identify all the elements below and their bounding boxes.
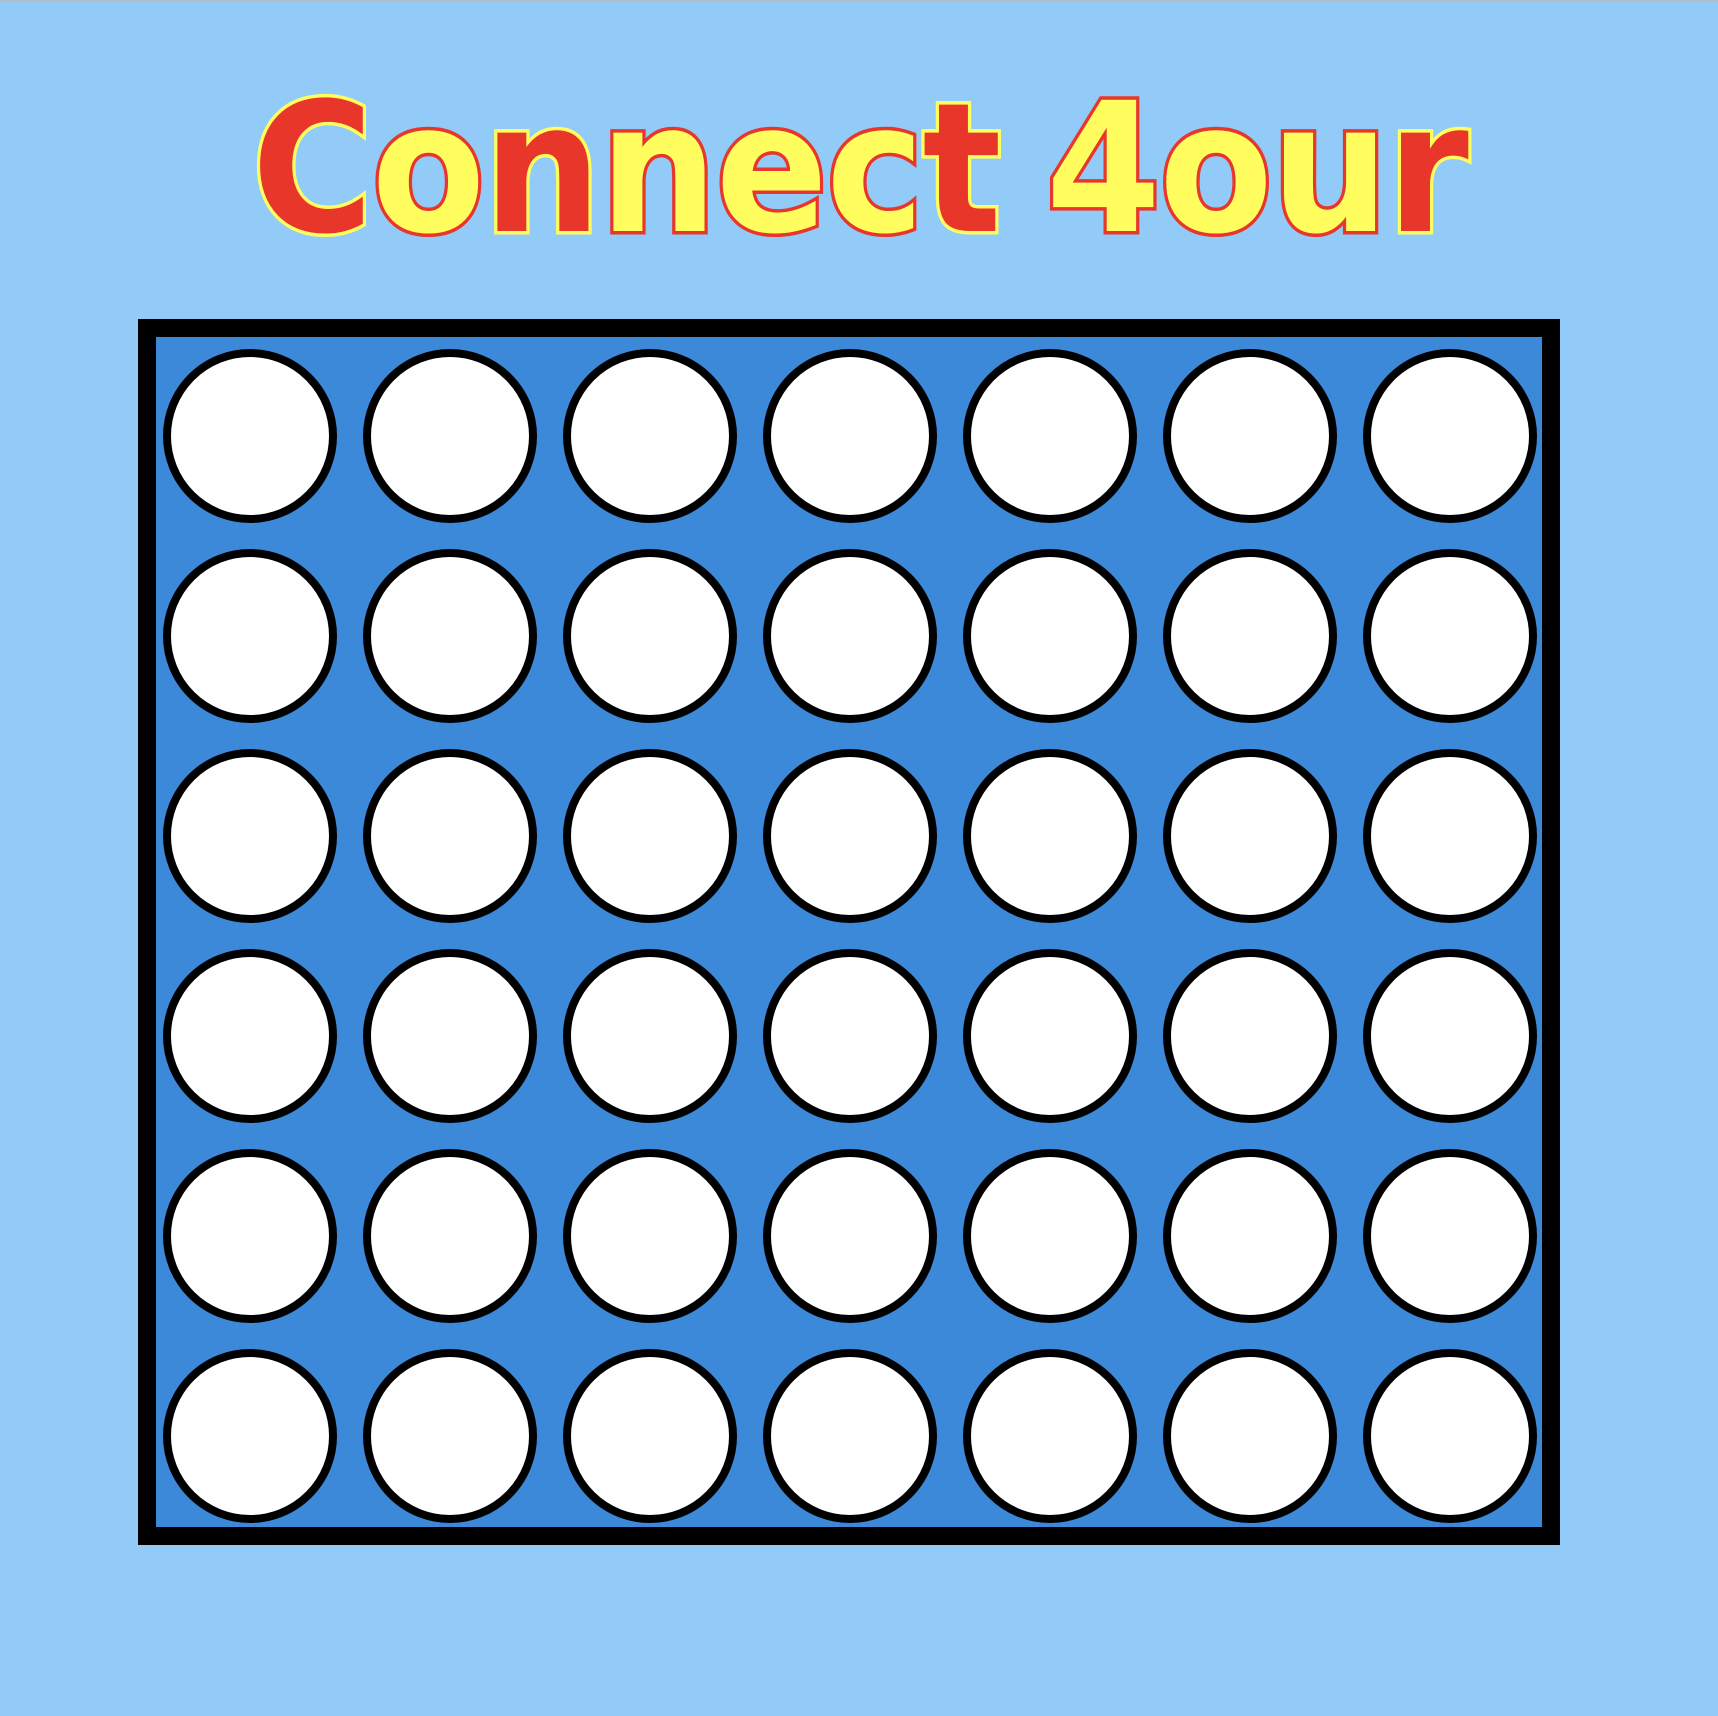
board-slot-r1-c1[interactable]	[163, 349, 337, 523]
board-slot-r4-c7[interactable]	[1363, 949, 1537, 1123]
board-slot-r2-c7[interactable]	[1363, 549, 1537, 723]
board-slot-r1-c7[interactable]	[1363, 349, 1537, 523]
title-letter: t	[919, 65, 1005, 274]
board-slot-r1-c5[interactable]	[963, 349, 1137, 523]
board-slot-r2-c3[interactable]	[563, 549, 737, 723]
board-slot-r5-c5[interactable]	[963, 1149, 1137, 1323]
board-slot-r1-c6[interactable]	[1163, 349, 1337, 523]
board-slot-r1-c4[interactable]	[763, 349, 937, 523]
board-slot-r2-c4[interactable]	[763, 549, 937, 723]
board-slot-r6-c2[interactable]	[363, 1349, 537, 1523]
board-slot-r3-c1[interactable]	[163, 749, 337, 923]
title-letter: u	[1267, 65, 1391, 274]
board-slot-r5-c3[interactable]	[563, 1149, 737, 1323]
title-letter: o	[1156, 65, 1276, 274]
board-slot-r5-c4[interactable]	[763, 1149, 937, 1323]
top-edge	[0, 0, 1718, 2]
board-slot-r6-c1[interactable]	[163, 1349, 337, 1523]
board-slot-r2-c1[interactable]	[163, 549, 337, 723]
board-slot-r3-c5[interactable]	[963, 749, 1137, 923]
board-slot-r6-c7[interactable]	[1363, 1349, 1537, 1523]
board-slot-r3-c3[interactable]	[563, 749, 737, 923]
board-slot-r6-c3[interactable]	[563, 1349, 737, 1523]
board-slot-r1-c3[interactable]	[563, 349, 737, 523]
board-slot-r2-c2[interactable]	[363, 549, 537, 723]
game-title: Connect 4our	[0, 65, 1718, 274]
board-slot-r4-c6[interactable]	[1163, 949, 1337, 1123]
title-letter: o	[368, 65, 488, 274]
game-board[interactable]	[138, 319, 1560, 1545]
board-slot-r4-c2[interactable]	[363, 949, 537, 1123]
board-slot-r4-c1[interactable]	[163, 949, 337, 1123]
board-slot-r3-c4[interactable]	[763, 749, 937, 923]
title-letter: n	[596, 65, 720, 274]
board-slot-r2-c5[interactable]	[963, 549, 1137, 723]
board-slot-r4-c3[interactable]	[563, 949, 737, 1123]
board-slot-r6-c4[interactable]	[763, 1349, 937, 1523]
board-slot-r5-c7[interactable]	[1363, 1149, 1537, 1323]
title-letter: c	[822, 65, 927, 274]
board-slot-r5-c6[interactable]	[1163, 1149, 1337, 1323]
title-letter: 4	[1042, 65, 1164, 274]
title-letter: C	[248, 65, 376, 274]
board-slot-r5-c1[interactable]	[163, 1149, 337, 1323]
title-letter: r	[1384, 65, 1472, 274]
board-slot-r3-c2[interactable]	[363, 749, 537, 923]
game-title-text: Connect 4our	[248, 65, 1472, 274]
board-slot-r3-c6[interactable]	[1163, 749, 1337, 923]
board-slot-r6-c5[interactable]	[963, 1349, 1137, 1523]
board-slot-r4-c4[interactable]	[763, 949, 937, 1123]
board-slot-r5-c2[interactable]	[363, 1149, 537, 1323]
title-letter: e	[712, 65, 831, 274]
board-slot-r4-c5[interactable]	[963, 949, 1137, 1123]
board-slot-r3-c7[interactable]	[1363, 749, 1537, 923]
board-slot-r1-c2[interactable]	[363, 349, 537, 523]
board-slot-r6-c6[interactable]	[1163, 1349, 1337, 1523]
title-letter: n	[480, 65, 604, 274]
board-slot-r2-c6[interactable]	[1163, 549, 1337, 723]
